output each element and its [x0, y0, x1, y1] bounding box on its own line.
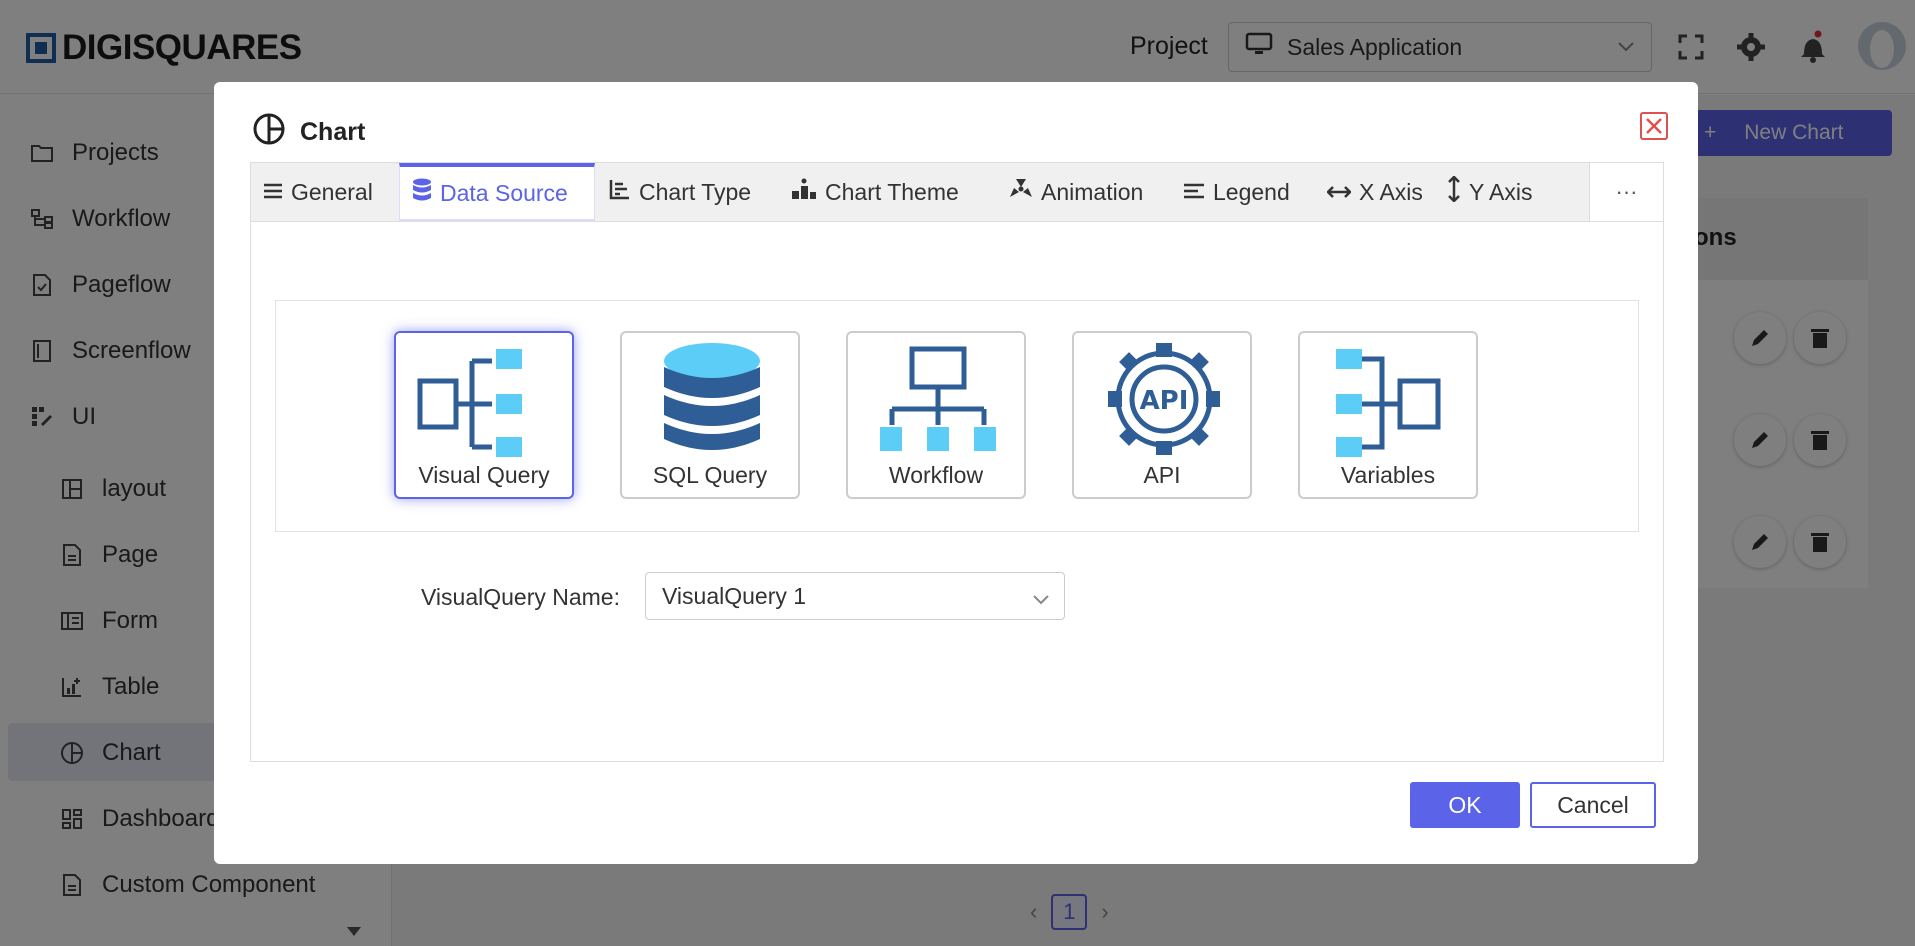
source-label: SQL Query: [652, 462, 768, 488]
horizontal-arrows-icon: [1326, 179, 1352, 206]
tab-label: Data Source: [440, 179, 568, 206]
sql-database-icon: [664, 343, 760, 450]
tab-label: X Axis: [1359, 178, 1423, 205]
close-icon: [1646, 118, 1662, 134]
tab-label: Chart Theme: [825, 178, 959, 205]
cancel-button[interactable]: Cancel: [1530, 782, 1656, 828]
tab-label: Animation: [1041, 178, 1144, 205]
ok-button[interactable]: OK: [1410, 782, 1520, 828]
tab-animation[interactable]: Animation: [997, 163, 1155, 221]
tab-bar: General Data Source Chart Type Chart The…: [250, 162, 1664, 222]
data-source-panel: Visual Query SQL Query Workflow API API …: [275, 300, 1639, 532]
visual-query-icon: [417, 349, 522, 457]
menu-icon: [263, 179, 283, 206]
tab-data-source[interactable]: Data Source: [399, 163, 595, 221]
variables-icon: [1336, 349, 1441, 457]
source-workflow[interactable]: Workflow: [846, 331, 1026, 499]
modal-title: Chart: [300, 118, 366, 146]
source-label: Variables: [1340, 462, 1436, 488]
source-label: API: [1143, 462, 1181, 488]
workflow-tree-icon: [880, 346, 996, 451]
vertical-arrows-icon: [1447, 175, 1461, 208]
tab-label: Legend: [1213, 178, 1290, 205]
tab-x-axis[interactable]: X Axis: [1315, 163, 1435, 221]
modal-header: Chart: [252, 112, 365, 153]
theme-icon: [791, 178, 817, 206]
tab-label: General: [291, 178, 373, 205]
visualquery-name-label: VisualQuery Name:: [421, 584, 620, 610]
animation-icon: [1009, 178, 1033, 206]
tab-chart-type[interactable]: Chart Type: [597, 163, 763, 221]
api-gear-icon: API: [1108, 343, 1220, 455]
tab-legend[interactable]: Legend: [1171, 163, 1302, 221]
source-label: Workflow: [888, 462, 984, 488]
more-tabs-button[interactable]: ···: [1589, 163, 1663, 221]
chart-icon: [252, 112, 286, 153]
source-api[interactable]: API API: [1072, 331, 1252, 499]
tab-content: Visual Query SQL Query Workflow API API …: [250, 222, 1664, 762]
tab-general[interactable]: General: [251, 163, 385, 221]
database-icon: [412, 178, 432, 208]
legend-icon: [1183, 179, 1205, 206]
bar-chart-icon: [609, 178, 631, 206]
tab-chart-theme[interactable]: Chart Theme: [779, 163, 971, 221]
chevron-down-icon: [1032, 585, 1050, 612]
tab-label: Chart Type: [639, 178, 752, 205]
visualquery-name-value: VisualQuery 1: [662, 583, 807, 609]
source-visual-query[interactable]: Visual Query: [394, 331, 574, 499]
source-variables[interactable]: Variables: [1298, 331, 1478, 499]
close-button[interactable]: [1640, 112, 1668, 140]
tab-y-axis[interactable]: Y Axis: [1435, 163, 1545, 221]
chart-modal: Chart General Data Source Chart Type Cha…: [214, 82, 1698, 864]
tab-label: Y Axis: [1469, 178, 1533, 205]
source-sql-query[interactable]: SQL Query: [620, 331, 800, 499]
visualquery-name-select[interactable]: VisualQuery 1: [645, 572, 1065, 620]
source-label: Visual Query: [418, 462, 550, 488]
svg-text:API: API: [1140, 386, 1189, 416]
